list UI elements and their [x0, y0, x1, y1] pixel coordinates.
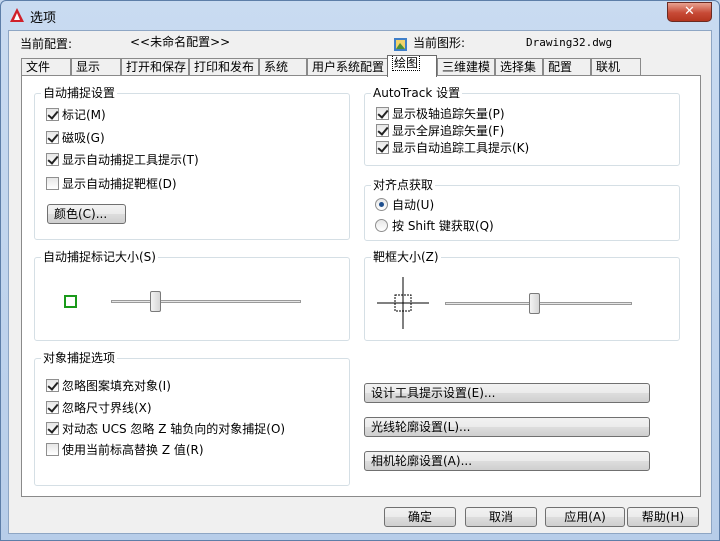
- light-glyph-settings-button[interactable]: 光线轮廓设置(L)...: [364, 417, 650, 437]
- fullscreen-tracking-vector-checkbox[interactable]: [376, 124, 389, 137]
- automatic-label: 自动(U): [392, 198, 435, 212]
- current-profile-label: 当前配置:: [20, 37, 73, 51]
- dialog-client: 当前配置: <<未命名配置>> 当前图形: Drawing32.dwg 文件 显…: [8, 30, 712, 534]
- marker-preview-icon: [64, 295, 77, 308]
- alignment-acquisition-group: 对齐点获取 自动(U) 按 Shift 键获取(Q): [364, 178, 680, 241]
- polar-tracking-vector-label: 显示极轴追踪矢量(P): [392, 107, 505, 121]
- marker-size-track: [111, 300, 301, 303]
- tab-online[interactable]: 联机: [591, 58, 641, 76]
- magnet-checkbox[interactable]: [46, 131, 59, 144]
- autosnap-aperture-label: 显示自动捕捉靶框(D): [62, 177, 177, 191]
- autotrack-settings-title: AutoTrack 设置: [371, 86, 463, 100]
- close-button[interactable]: ✕: [667, 2, 712, 22]
- tab-open-save[interactable]: 打开和保存: [121, 58, 189, 76]
- object-snap-options-group: 对象捕捉选项 忽略图案填充对象(I) 忽略尺寸界线(X) 对动态 UCS 忽略 …: [34, 351, 350, 486]
- shift-acquire-radio[interactable]: [375, 219, 388, 232]
- fullscreen-tracking-vector-label: 显示全屏追踪矢量(F): [392, 124, 505, 138]
- tab-files[interactable]: 文件: [21, 58, 71, 76]
- polar-tracking-vector-checkbox[interactable]: [376, 107, 389, 120]
- marker-checkbox[interactable]: [46, 108, 59, 121]
- object-snap-options-title: 对象捕捉选项: [41, 351, 118, 365]
- cancel-button[interactable]: 取消: [465, 507, 537, 527]
- marker-size-title: 自动捕捉标记大小(S): [41, 250, 158, 264]
- autotrack-tooltip-checkbox[interactable]: [376, 141, 389, 154]
- aperture-preview-icon: [377, 277, 429, 329]
- help-button[interactable]: 帮助(H): [627, 507, 699, 527]
- aperture-size-group: 靶框大小(Z): [364, 250, 680, 341]
- marker-size-group: 自动捕捉标记大小(S): [34, 250, 350, 341]
- automatic-radio[interactable]: [375, 198, 388, 211]
- design-tooltip-settings-button[interactable]: 设计工具提示设置(E)...: [364, 383, 650, 403]
- apply-button[interactable]: 应用(A): [545, 507, 625, 527]
- tab-plot-publish[interactable]: 打印和发布: [189, 58, 259, 76]
- options-dialog: 选项 ✕ 当前配置: <<未命名配置>> 当前图形: Drawing32.dwg…: [0, 0, 720, 541]
- ok-button[interactable]: 确定: [384, 507, 456, 527]
- tab-profiles[interactable]: 配置: [543, 58, 591, 76]
- autosnap-aperture-checkbox[interactable]: [46, 177, 59, 190]
- autosnap-tooltip-label: 显示自动捕捉工具提示(T): [62, 153, 199, 167]
- replace-z-checkbox[interactable]: [46, 443, 59, 456]
- autotrack-settings-group: AutoTrack 设置 显示极轴追踪矢量(P) 显示全屏追踪矢量(F) 显示自…: [364, 86, 680, 166]
- current-drawing-value: Drawing32.dwg: [526, 36, 613, 49]
- ignore-extension-lines-label: 忽略尺寸界线(X): [62, 401, 152, 415]
- autosnap-settings-group: 自动捕捉设置 标记(M) 磁吸(G) 显示自动捕捉工具提示(T) 显示自动捕捉靶…: [34, 86, 350, 240]
- drafting-panel: 自动捕捉设置 标记(M) 磁吸(G) 显示自动捕捉工具提示(T) 显示自动捕捉靶…: [21, 75, 701, 497]
- tab-system[interactable]: 系统: [259, 58, 307, 76]
- shift-acquire-label: 按 Shift 键获取(Q): [392, 219, 494, 233]
- marker-size-slider[interactable]: [150, 291, 162, 312]
- current-profile-value: <<未命名配置>>: [130, 35, 231, 49]
- tab-3d-modeling[interactable]: 三维建模: [437, 58, 495, 76]
- tab-drafting[interactable]: 绘图: [387, 55, 437, 77]
- window-title: 选项: [30, 11, 57, 26]
- camera-glyph-settings-button[interactable]: 相机轮廓设置(A)...: [364, 451, 650, 471]
- autosnap-tooltip-checkbox[interactable]: [46, 153, 59, 166]
- autosnap-settings-title: 自动捕捉设置: [41, 86, 118, 100]
- autotrack-tooltip-label: 显示自动追踪工具提示(K): [392, 141, 530, 155]
- current-drawing-label: 当前图形:: [413, 36, 466, 50]
- ignore-hatch-checkbox[interactable]: [46, 379, 59, 392]
- replace-z-label: 使用当前标高替换 Z 值(R): [62, 443, 204, 457]
- aperture-size-slider[interactable]: [529, 293, 541, 314]
- aperture-size-title: 靶框大小(Z): [371, 250, 441, 264]
- tab-selection[interactable]: 选择集: [495, 58, 543, 76]
- ignore-negative-z-label: 对动态 UCS 忽略 Z 轴负向的对象捕捉(O): [62, 422, 286, 436]
- autocad-app-icon: [10, 8, 24, 22]
- ignore-negative-z-checkbox[interactable]: [46, 422, 59, 435]
- close-icon: ✕: [684, 4, 695, 19]
- drawing-file-icon: [394, 38, 407, 51]
- magnet-label: 磁吸(G): [62, 131, 105, 145]
- colors-button[interactable]: 颜色(C)...: [47, 204, 126, 224]
- marker-label: 标记(M): [62, 108, 106, 122]
- tab-display[interactable]: 显示: [71, 58, 121, 76]
- title-bar[interactable]: 选项 ✕: [1, 1, 719, 29]
- tab-user-preferences[interactable]: 用户系统配置: [307, 58, 389, 76]
- ignore-hatch-label: 忽略图案填充对象(I): [62, 379, 171, 393]
- ignore-extension-lines-checkbox[interactable]: [46, 401, 59, 414]
- alignment-acquisition-title: 对齐点获取: [371, 178, 436, 192]
